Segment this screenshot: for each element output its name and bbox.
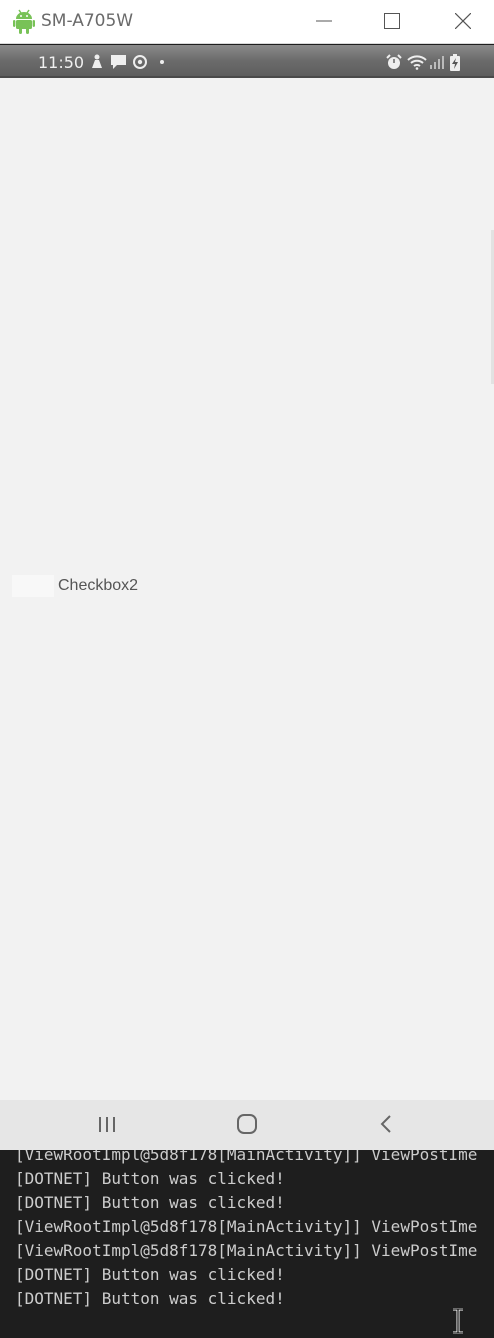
console-line: [DOTNET] Button was clicked! [15, 1289, 285, 1308]
console-line: [DOTNET] Button was clicked! [15, 1193, 285, 1212]
status-time: 11:50 [38, 53, 85, 72]
notification-icon [92, 54, 102, 68]
phone-nav-bar [0, 1100, 494, 1150]
console-line: [DOTNET] Button was clicked! [15, 1265, 285, 1284]
recents-icon [99, 1117, 115, 1132]
back-button[interactable] [366, 1110, 406, 1140]
console-line: [ViewRootImpl@5d8f178[MainActivity]] Vie… [15, 1150, 478, 1164]
message-icon [111, 55, 126, 69]
recents-button[interactable] [88, 1110, 128, 1140]
home-button[interactable] [227, 1110, 267, 1140]
dot-icon [160, 60, 164, 64]
checkbox-label: Checkbox2 [58, 577, 139, 594]
maximize-button[interactable] [369, 0, 415, 43]
alarm-icon [386, 54, 402, 69]
minimize-icon [316, 20, 332, 22]
window-title: SM-A705W [41, 11, 134, 31]
console-line: [ViewRootImpl@5d8f178[MainActivity]] Vie… [15, 1217, 478, 1236]
minimize-button[interactable] [301, 0, 347, 43]
phone-status-bar: 11:50 [0, 45, 494, 78]
close-icon [455, 13, 471, 29]
sync-icon [133, 55, 147, 69]
home-icon [237, 1114, 257, 1134]
signal-icon [430, 56, 444, 69]
wifi-icon [407, 55, 427, 70]
back-icon [380, 1115, 391, 1133]
android-icon [13, 9, 35, 34]
window-title-bar: SM-A705W [0, 0, 494, 44]
text-cursor-icon [453, 1308, 463, 1334]
battery-charging-icon [450, 54, 460, 71]
maximize-icon [384, 13, 400, 29]
close-button[interactable] [440, 0, 486, 43]
debug-output-console[interactable]: [ViewRootImpl@5d8f178[MainActivity]] Vie… [0, 1150, 494, 1338]
checkbox-box[interactable] [12, 575, 54, 597]
console-line: [DOTNET] Button was clicked! [15, 1169, 285, 1188]
console-line: [ViewRootImpl@5d8f178[MainActivity]] Vie… [15, 1241, 478, 1260]
app-screen: Checkbox2 [0, 78, 494, 1100]
